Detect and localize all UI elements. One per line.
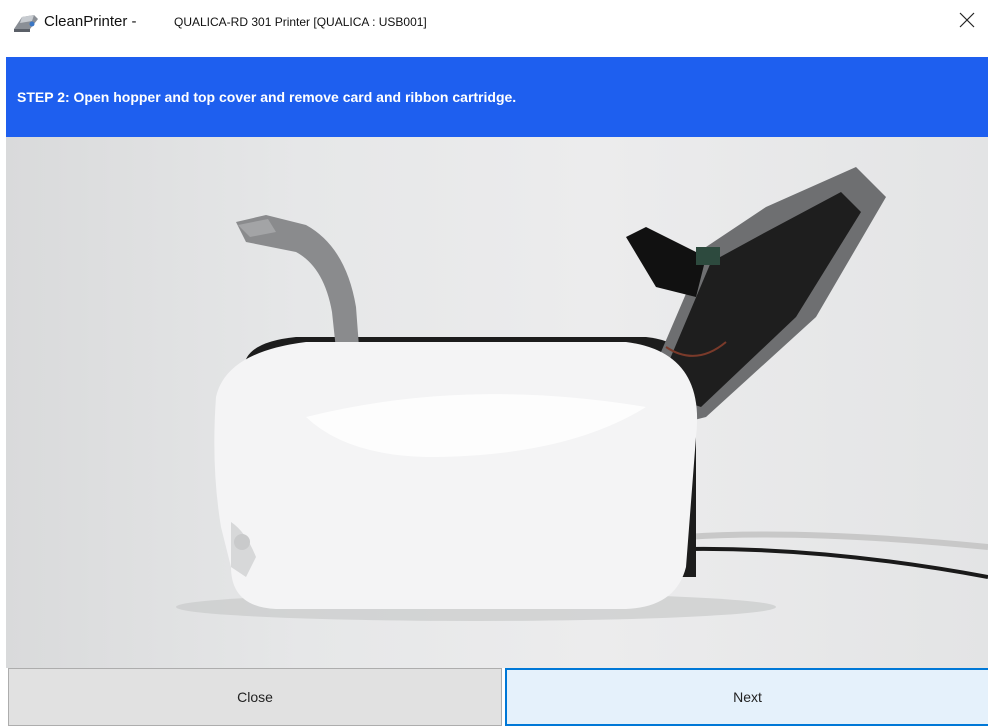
title-bar: CleanPrinter - QUALICA-RD 301 Printer [Q… <box>0 0 988 40</box>
next-button[interactable]: Next <box>505 668 988 726</box>
next-button-label: Next <box>733 689 762 705</box>
cleanprinter-app-icon <box>14 15 38 32</box>
window-title-device: QUALICA-RD 301 Printer [QUALICA : USB001… <box>174 15 427 29</box>
window-title-app: CleanPrinter - <box>44 13 141 30</box>
close-button[interactable]: Close <box>8 668 502 726</box>
clean-printer-window: CleanPrinter - QUALICA-RD 301 Printer [Q… <box>0 0 988 726</box>
step-banner: STEP 2: Open hopper and top cover and re… <box>6 57 988 137</box>
step-instruction: STEP 2: Open hopper and top cover and re… <box>17 89 517 105</box>
printer-image <box>176 167 988 621</box>
printer-illustration <box>6 137 988 668</box>
close-icon[interactable] <box>958 11 976 29</box>
close-button-label: Close <box>237 689 273 705</box>
